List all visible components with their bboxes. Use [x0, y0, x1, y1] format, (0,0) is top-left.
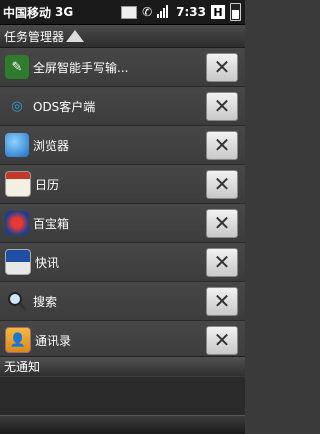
close-task-button[interactable]: ✕: [206, 130, 238, 160]
close-task-button[interactable]: ✕: [206, 169, 238, 199]
status-bar: 中国移动 3G ✆ 7:33 H: [0, 0, 245, 25]
close-task-button[interactable]: ✕: [206, 52, 238, 82]
task-row[interactable]: 快讯 ✕: [0, 243, 245, 282]
close-task-button[interactable]: ✕: [206, 247, 238, 277]
notifications-header: 无通知: [0, 356, 245, 376]
ods-client-icon: ◎: [11, 98, 23, 114]
task-row[interactable]: 👤 通讯录 ✕: [0, 321, 245, 360]
task-label: 搜索: [33, 294, 58, 309]
news-flash-icon: [5, 249, 31, 275]
treasure-box-icon: [5, 211, 29, 235]
sim-icon: [121, 5, 138, 19]
task-row[interactable]: 日历 ✕: [0, 165, 245, 204]
task-label: 全屏智能手写输...: [33, 60, 129, 75]
battery-icon: [230, 3, 241, 21]
task-label: 通讯录: [35, 333, 72, 348]
close-task-button[interactable]: ✕: [206, 286, 238, 316]
close-task-button[interactable]: ✕: [206, 91, 238, 121]
task-row[interactable]: 百宝箱 ✕: [0, 204, 245, 243]
phone-signal-icon: ✆: [142, 5, 153, 19]
task-label: 日历: [35, 177, 60, 192]
magnifier-icon: [5, 289, 29, 313]
task-row[interactable]: ✎ 全屏智能手写输... ✕: [0, 48, 245, 87]
task-list: ✎ 全屏智能手写输... ✕ ◎ ODS客户端 ✕ 浏览器 ✕ 日历 ✕ 百宝箱…: [0, 48, 245, 360]
drawer-handle[interactable]: [0, 415, 245, 434]
task-label: 快讯: [35, 255, 60, 270]
task-label: 浏览器: [33, 138, 70, 153]
close-task-button[interactable]: ✕: [206, 325, 238, 355]
handwriting-ime-icon: ✎: [5, 55, 29, 79]
task-row[interactable]: 搜索 ✕: [0, 282, 245, 321]
network-type: 3G: [55, 5, 74, 19]
contacts-icon: 👤: [5, 327, 31, 353]
task-label: ODS客户端: [33, 99, 96, 114]
task-row[interactable]: 浏览器 ✕: [0, 126, 245, 165]
task-label: 百宝箱: [33, 216, 70, 231]
browser-globe-icon: [5, 133, 29, 157]
no-notifications-label: 无通知: [4, 360, 41, 374]
close-task-button[interactable]: ✕: [206, 208, 238, 238]
h-network-icon: H: [211, 5, 225, 19]
notification-area: [0, 377, 245, 434]
task-row[interactable]: ◎ ODS客户端 ✕: [0, 87, 245, 126]
clock: 7:33: [176, 5, 206, 19]
collapse-triangle-icon[interactable]: [66, 30, 85, 42]
carrier-label: 中国移动: [3, 5, 52, 20]
panel-title: 任务管理器: [4, 29, 65, 44]
task-manager-header[interactable]: 任务管理器: [0, 25, 245, 48]
signal-strength-icon: [157, 5, 171, 19]
calendar-icon: [5, 171, 31, 197]
